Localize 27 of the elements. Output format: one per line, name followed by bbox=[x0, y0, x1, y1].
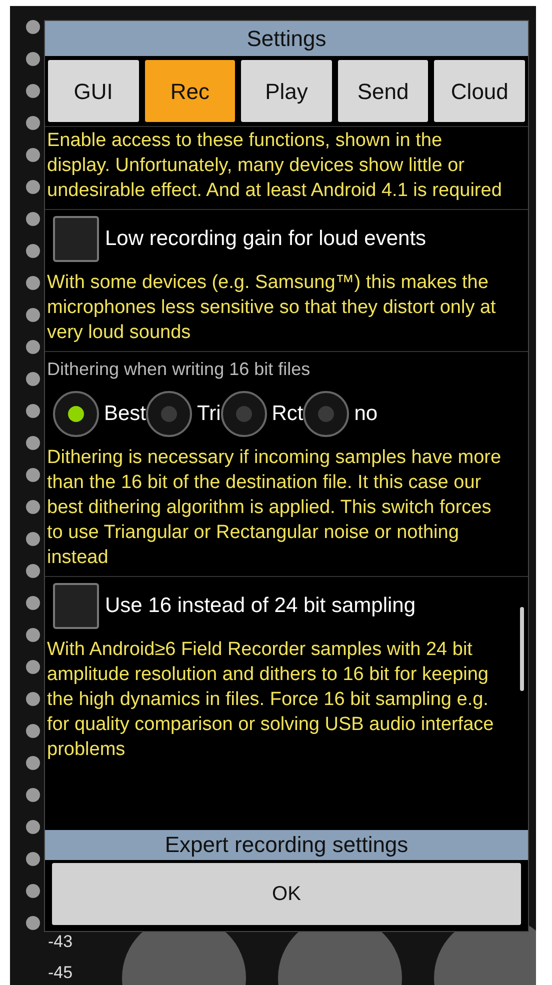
description-text: Enable access to these functions, shown in the display. Unfortunately, many devices show little or undesirable effect. And at least Android 4.1 is required bbox=[47, 129, 503, 203]
radio-button[interactable] bbox=[220, 391, 267, 437]
radio-button[interactable] bbox=[146, 391, 192, 437]
radio-label: Rct bbox=[272, 401, 304, 428]
section-header: Expert recording settings bbox=[45, 830, 528, 860]
checkbox[interactable] bbox=[53, 583, 99, 629]
description-text: With some devices (e.g. Samsung™) this makes the microphones less sensitive so that they distort only at very loud sounds bbox=[47, 271, 497, 345]
radio-label: no bbox=[354, 401, 378, 428]
tab[interactable]: Cloud bbox=[434, 60, 525, 122]
description-text: Dithering is necessary if incoming samples have more than the 16 bit of the destination file. It this case our best dithering algorithm is applied. This switch forces to use Triangular or Rectangular noise or nothing instead bbox=[47, 446, 502, 570]
checkbox-label: Use 16 instead of 24 bit sampling bbox=[105, 593, 416, 620]
checkbox-label: Low recording gain for loud events bbox=[105, 226, 426, 252]
dialog-title: Settings bbox=[45, 21, 528, 56]
tab[interactable]: Rec bbox=[144, 60, 236, 122]
scale-label: -45 bbox=[48, 965, 73, 981]
description-text: With Android≥6 Field Recorder samples with 24 bit amplitude resolution and dithers to 16 bit for keeping the high dynamics in files. Force 16 bit sampling e.g. for quality comparison or solving USB audio interface problems bbox=[47, 638, 495, 762]
setting-heading: Dithering when writing 16 bit files bbox=[46, 358, 312, 381]
radio-label: Tri bbox=[197, 401, 221, 428]
tab[interactable]: GUI bbox=[48, 60, 139, 122]
ok-button[interactable]: OK bbox=[52, 863, 521, 925]
radio-label: Best bbox=[104, 401, 146, 428]
scale-label: -43 bbox=[48, 934, 73, 950]
checkbox[interactable] bbox=[53, 216, 99, 262]
radio-button[interactable] bbox=[53, 391, 99, 437]
tab[interactable]: Play bbox=[241, 60, 332, 122]
tab[interactable]: Send bbox=[338, 60, 428, 122]
radio-button[interactable] bbox=[303, 391, 350, 437]
